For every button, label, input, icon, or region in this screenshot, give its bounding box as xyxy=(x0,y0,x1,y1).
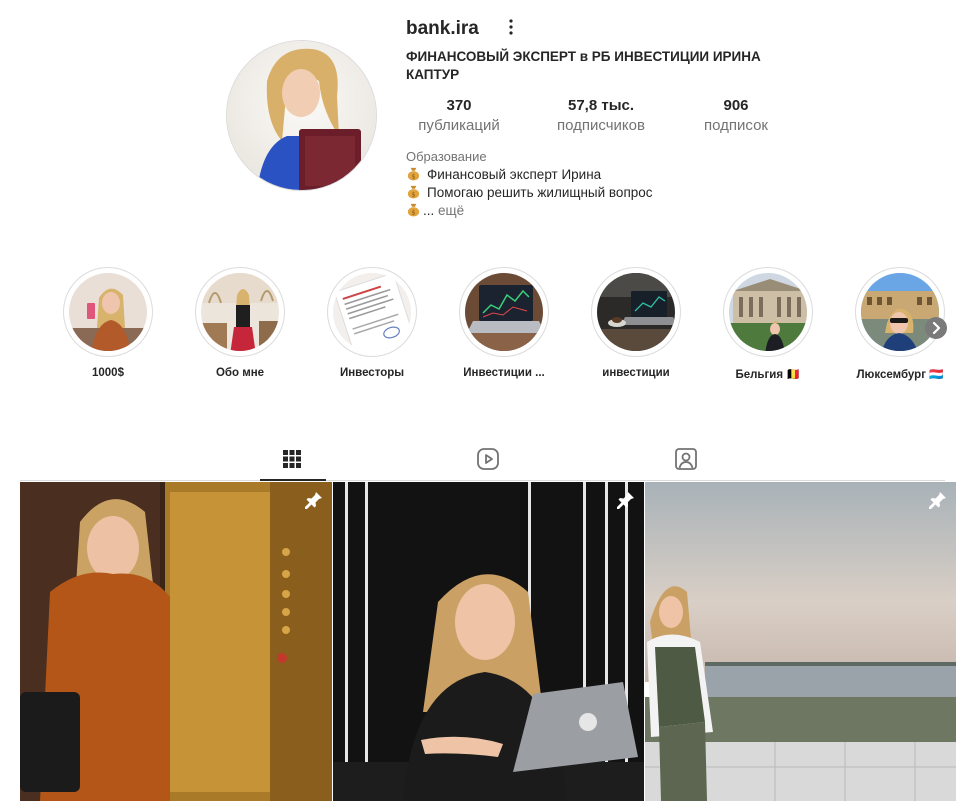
highlight-name: Инвестиции ... xyxy=(463,367,545,379)
highlight-thumbnail xyxy=(597,273,675,351)
svg-text:$: $ xyxy=(411,173,415,181)
tab-reels[interactable] xyxy=(471,445,505,473)
profile-avatar[interactable] xyxy=(226,40,377,191)
highlight-luxembourg[interactable]: Люксембург 🇱🇺 xyxy=(850,267,950,381)
highlight-thumbnail xyxy=(729,273,807,351)
svg-text:$: $ xyxy=(411,191,415,199)
highlight-name: инвестиции xyxy=(602,367,670,379)
grid-icon xyxy=(283,450,301,468)
highlight-investments-2[interactable]: инвестиции xyxy=(586,267,686,379)
highlight-belgium[interactable]: Бельгия 🇧🇪 xyxy=(718,267,818,381)
highlight-thumbnail xyxy=(861,273,939,351)
highlight-thumbnail xyxy=(201,273,279,351)
bio-more-link[interactable]: ещё xyxy=(438,203,464,218)
post-tile[interactable] xyxy=(645,482,956,801)
bio-text: Финансовый эксперт Ирина xyxy=(427,167,602,182)
post-image xyxy=(20,482,332,801)
stat-value: 57,8 тыс. xyxy=(567,97,635,114)
stat-label: публикаций xyxy=(418,117,500,134)
tab-tagged[interactable] xyxy=(669,445,703,473)
chevron-right-icon xyxy=(932,321,941,335)
money-bag-icon: $ xyxy=(407,203,420,217)
highlight-investors[interactable]: Инвесторы xyxy=(322,267,422,379)
highlight-thumbnail xyxy=(333,273,411,351)
tab-posts[interactable] xyxy=(275,445,309,473)
highlight-name: 1000$ xyxy=(92,367,124,379)
pin-icon xyxy=(305,492,322,509)
stat-label: подписок xyxy=(704,117,768,134)
stat-value: 370 xyxy=(446,97,472,114)
highlight-thumbnail xyxy=(465,273,543,351)
more-options-icon[interactable] xyxy=(502,17,520,37)
highlight-name: Обо мне xyxy=(215,367,265,379)
reels-icon xyxy=(477,448,499,470)
highlight-name: Бельгия 🇧🇪 xyxy=(735,369,801,381)
highlight-about-me[interactable]: Обо мне xyxy=(190,267,290,379)
highlights-next-button[interactable] xyxy=(925,317,947,339)
bio-line: $ Помогаю решить жилищный вопрос xyxy=(406,184,653,202)
stat-value: 906 xyxy=(723,97,749,114)
pin-icon xyxy=(617,492,634,509)
bio-line: $... ещё xyxy=(406,202,464,220)
bio-text: ... xyxy=(423,203,435,218)
username: bank.ira xyxy=(406,18,479,39)
highlight-1000[interactable]: 1000$ xyxy=(58,267,158,379)
full-name: ФИНАНСОВЫЙ ЭКСПЕРТ в РБ ИНВЕСТИЦИИ ИРИНА… xyxy=(406,49,761,82)
highlight-thumbnail xyxy=(69,273,147,351)
money-bag-icon: $ xyxy=(407,185,420,199)
bio-line: $ Финансовый эксперт Ирина xyxy=(406,166,601,184)
post-tile[interactable] xyxy=(20,482,332,801)
stat-following[interactable]: 906 подписок xyxy=(692,97,780,137)
post-tile[interactable] xyxy=(333,482,644,801)
stat-label: подписчиков xyxy=(557,117,645,134)
tagged-icon xyxy=(675,448,697,470)
profile-category: Образование xyxy=(406,149,487,164)
highlight-name: Люксембург 🇱🇺 xyxy=(856,369,944,381)
stat-posts: 370 публикаций xyxy=(406,97,512,137)
money-bag-icon: $ xyxy=(407,167,420,181)
bio-text: Помогаю решить жилищный вопрос xyxy=(427,185,653,200)
highlight-name: Инвесторы xyxy=(339,367,405,379)
tab-active-indicator xyxy=(260,479,326,481)
svg-text:$: $ xyxy=(411,209,415,217)
highlight-investments-1[interactable]: Инвестиции ... xyxy=(454,267,554,379)
post-image xyxy=(333,482,644,801)
post-image xyxy=(645,482,956,801)
tabs-divider xyxy=(20,480,945,481)
pin-icon xyxy=(929,492,946,509)
stat-followers[interactable]: 57,8 тыс. подписчиков xyxy=(546,97,656,137)
